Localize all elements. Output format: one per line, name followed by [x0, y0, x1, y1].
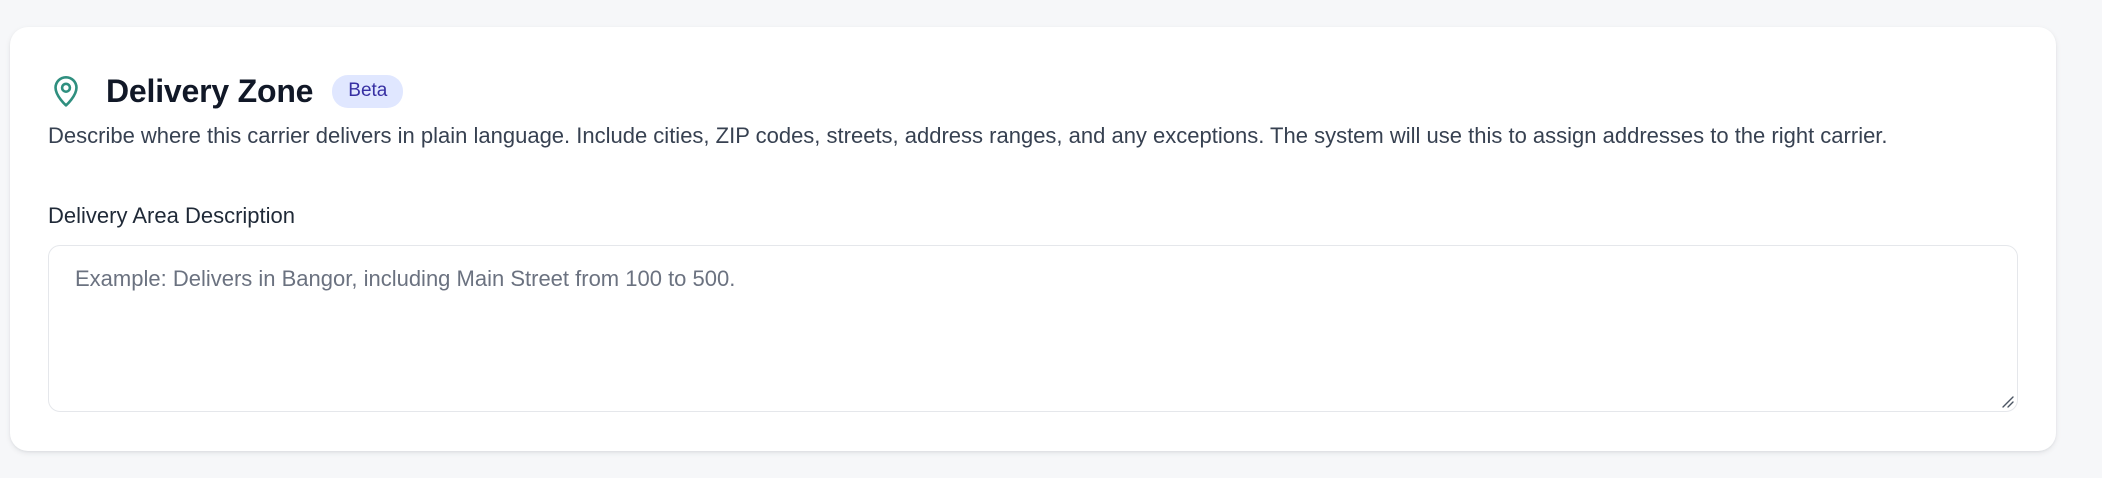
beta-badge: Beta	[332, 74, 404, 108]
delivery-zone-card: Delivery Zone Beta Describe where this c…	[10, 27, 2056, 451]
delivery-area-label: Delivery Area Description	[48, 203, 295, 228]
card-title: Delivery Zone	[106, 72, 314, 109]
map-pin-icon	[48, 73, 84, 109]
card-header: Delivery Zone Beta	[48, 67, 404, 115]
card-description: Describe where this carrier delivers in …	[48, 123, 1888, 148]
delivery-area-field-wrapper	[48, 245, 2018, 412]
resize-handle-icon[interactable]	[1999, 393, 2015, 409]
delivery-area-textarea[interactable]	[48, 245, 2018, 412]
